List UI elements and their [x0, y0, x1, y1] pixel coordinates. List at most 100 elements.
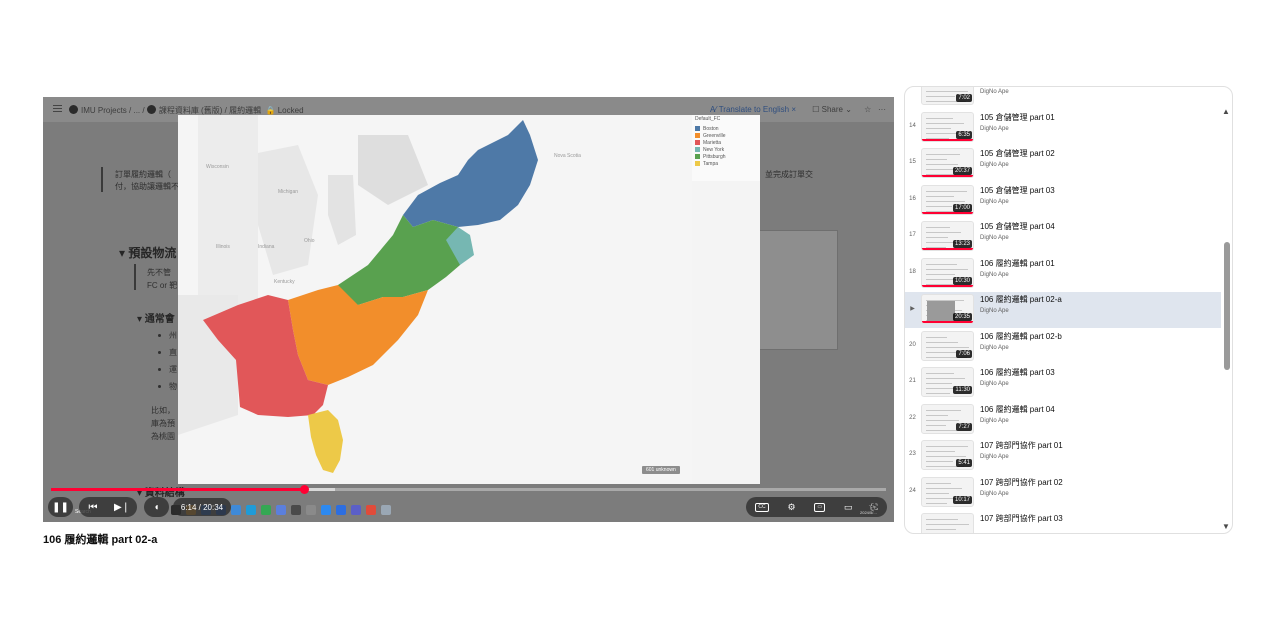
thumbnail-text-line [926, 393, 950, 394]
thumbnail-text-line [926, 200, 965, 202]
video-thumbnail[interactable]: 13:23 [921, 221, 974, 251]
playlist-index: 21 [909, 378, 916, 384]
theater-mode-icon[interactable]: ▭ [844, 502, 853, 513]
thumbnail-text-line [926, 91, 968, 92]
video-thumbnail[interactable]: 10:17 [921, 476, 974, 507]
pause-button[interactable]: ❚❚ [48, 497, 73, 517]
watched-progress [922, 138, 973, 141]
playlist-item-channel: DigNo Ape [980, 198, 1009, 205]
video-thumbnail[interactable]: 20:37 [921, 148, 974, 178]
playlist-item-title[interactable]: 107 跨部門協作 part 03 [980, 513, 1063, 524]
thumbnail-text-line [926, 195, 954, 197]
playlist-item[interactable]: 21 11:30 106 履約邏輯 part 03 DigNo Ape [905, 365, 1221, 401]
volume-button[interactable]: ◖ [144, 497, 169, 517]
video-thumbnail[interactable]: 7:06 [921, 330, 974, 361]
thumbnail-text-line [926, 232, 961, 233]
thumbnail-text-line [926, 263, 957, 265]
thumbnail-text-line [926, 154, 960, 155]
thumbnail-text-line [926, 205, 952, 207]
video-thumbnail[interactable]: 11:30 [921, 367, 974, 397]
extra-app-icon [381, 505, 391, 515]
playlist-item[interactable]: 22 7:27 106 履約邏輯 part 04 DigNo Ape [905, 402, 1221, 438]
playlist-item[interactable]: 15 20:37 105 倉儲管理 part 02 DigNo Ape [905, 146, 1221, 182]
video-thumbnail[interactable]: 5:41 [921, 440, 974, 470]
doc-text: 州 [169, 331, 177, 340]
subtitles-icon[interactable]: CC [755, 502, 769, 512]
playlist-item-channel: DigNo Ape [980, 381, 1009, 387]
video-thumbnail[interactable]: 7:27 [921, 403, 974, 434]
playlist-item-title[interactable]: 106 履約邏輯 part 01 [980, 258, 1055, 269]
doc-text: 運 [169, 365, 177, 374]
watched-progress [922, 211, 973, 214]
playlist-item[interactable]: 107 跨部門協作 part 03 [905, 511, 1221, 533]
scroll-up-icon[interactable]: ▲ [1222, 107, 1230, 116]
playlist-item-title[interactable]: 106 履約邏輯 part 04 [980, 404, 1055, 415]
playlist-item-channel: DigNo Ape [980, 271, 1009, 278]
duration-badge: 5:41 [956, 459, 972, 467]
playlist-scrollbar[interactable] [1224, 101, 1230, 529]
duration-badge: 11:30 [953, 386, 972, 394]
share-button: ☐ Share ⌄ [812, 105, 852, 114]
playlist-item-title[interactable]: 106 履約邏輯 part 02-b [980, 331, 1062, 342]
progress-played [51, 488, 304, 491]
thumbnail-text-line [926, 461, 953, 462]
doc-text: 直 [169, 348, 177, 357]
next-button[interactable]: ▶❘ [107, 497, 137, 517]
fulfillment-map: Wisconsin Michigan Illinois Indiana Ohio… [178, 115, 760, 484]
playlist-item-title[interactable]: 106 履約邏輯 part 03 [980, 367, 1055, 378]
playlist-item-title[interactable]: 105 倉儲管理 part 04 [980, 221, 1055, 232]
doc-text: 先不管 [147, 268, 171, 277]
time-display: 6:14 / 20:34 [173, 498, 231, 516]
playlist-item-current[interactable]: ▶ 20:35 106 履約邏輯 part 02-a DigNo Ape [905, 292, 1221, 328]
thumbnail-text-line [926, 237, 948, 238]
playlist-item[interactable]: 18 10:30 106 履約邏輯 part 01 DigNo Ape [905, 256, 1221, 292]
thumbnail-text-line [926, 122, 964, 124]
playlist-index: 22 [909, 414, 916, 421]
thumbnail-text-line [926, 190, 967, 192]
doc-text: 庫為預 [151, 419, 175, 428]
legend-swatch [695, 147, 700, 152]
miniplayer-icon[interactable]: ▭ [814, 502, 826, 512]
video-player[interactable]: IMU Projects / ... / 課程資料庫 (舊版) / 履約邏輯 🔒… [43, 97, 894, 522]
doc-text: 付，協助讓邏輯不 [115, 182, 179, 191]
settings-gear-icon[interactable]: ⚙ [787, 502, 795, 513]
playlist-item-channel: DigNo Ape [980, 125, 1009, 132]
previous-button[interactable]: ⏮ [79, 497, 107, 517]
chart-app-icon [231, 505, 241, 515]
video-thumbnail[interactable] [921, 513, 974, 533]
video-thumbnail[interactable]: 17:00 [921, 184, 974, 215]
playlist-item[interactable]: 7:02 DigNo Ape [905, 87, 1221, 109]
unknown-count-badge[interactable]: 601 unknown [642, 466, 680, 474]
playlist-item[interactable]: 24 10:17 107 跨部門協作 part 02 DigNo Ape [905, 475, 1221, 511]
playlist-item[interactable]: 17 13:23 105 倉儲管理 part 04 DigNo Ape [905, 219, 1221, 255]
thumbnail-text-line [926, 529, 956, 530]
video-thumbnail[interactable]: 7:02 [921, 87, 974, 105]
playlist-item[interactable]: 16 17:00 105 倉儲管理 part 03 DigNo Ape [905, 183, 1221, 219]
playlist-item-title[interactable]: 107 跨部門協作 part 01 [980, 440, 1063, 451]
playlist-item-title[interactable]: 107 跨部門協作 part 02 [980, 477, 1063, 488]
playlist-item-title[interactable]: 105 倉儲管理 part 02 [980, 148, 1055, 159]
watched-progress [922, 175, 973, 177]
playlist-item-title[interactable]: 105 倉儲管理 part 03 [980, 185, 1055, 196]
playlist-item[interactable]: 23 5:41 107 跨部門協作 part 01 DigNo Ape [905, 438, 1221, 474]
video-thumbnail[interactable]: 6:35 [921, 111, 974, 142]
progress-scrubber-handle[interactable] [300, 485, 309, 494]
video-thumbnail[interactable]: 20:35 [921, 294, 974, 324]
video-thumbnail[interactable]: 10:30 [921, 257, 974, 288]
playlist-item-channel: DigNo Ape [980, 162, 1009, 168]
doc-text: 訂單履約邏輯（ [115, 170, 171, 179]
next-icon: ▶❘ [113, 501, 131, 513]
progress-bar[interactable] [51, 485, 886, 494]
playlist-item-title[interactable]: 105 倉儲管理 part 01 [980, 112, 1055, 123]
playlist-item-title[interactable]: 106 履約邏輯 part 02-a [980, 294, 1062, 305]
doc-text: FC or 靶 [147, 281, 178, 290]
playlist-item[interactable]: 20 7:06 106 履約邏輯 part 02-b DigNo Ape [905, 329, 1221, 365]
thumbnail-text-line [926, 351, 956, 353]
scrollbar-thumb[interactable] [1224, 242, 1230, 370]
watched-progress [922, 284, 973, 287]
quote-bar [134, 264, 136, 290]
playlist-item-channel: DigNo Ape [980, 344, 1009, 351]
now-playing-icon: ▶ [910, 306, 915, 312]
playlist-item[interactable]: 14 6:35 105 倉儲管理 part 01 DigNo Ape [905, 110, 1221, 146]
scroll-down-icon[interactable]: ▼ [1222, 522, 1230, 531]
